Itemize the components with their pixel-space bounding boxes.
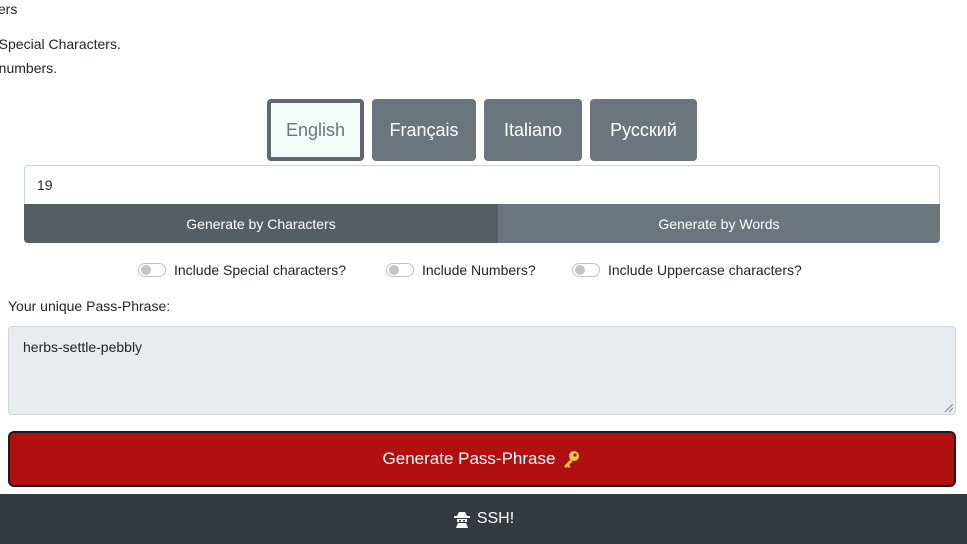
numbers-label: Include Numbers? xyxy=(422,262,536,278)
generate-by-characters-button[interactable]: Generate by Characters xyxy=(24,204,498,243)
language-selector: English Français Italiano Русский xyxy=(0,99,967,161)
toggle-uppercase[interactable]: Include Uppercase characters? xyxy=(572,259,802,281)
lang-english-button[interactable]: English xyxy=(267,99,364,161)
key-icon xyxy=(564,451,580,468)
footer: SSH! xyxy=(0,494,967,544)
spy-icon xyxy=(453,512,470,528)
lang-russian-button[interactable]: Русский xyxy=(590,99,697,161)
intro-line-1: cters xyxy=(0,1,18,17)
passphrase-output[interactable]: herbs-settle-pebbly xyxy=(8,326,956,415)
generate-button-label: Generate Pass-Phrase xyxy=(382,449,556,468)
length-input[interactable]: 19 xyxy=(24,165,940,204)
lang-french-button[interactable]: Français xyxy=(372,99,476,161)
generate-by-words-button[interactable]: Generate by Words xyxy=(498,204,940,243)
intro-line-3: e numbers. xyxy=(0,60,58,76)
special-label: Include Special characters? xyxy=(174,262,346,278)
resize-grip-icon[interactable] xyxy=(943,402,953,412)
lang-italian-button[interactable]: Italiano xyxy=(484,99,582,161)
options-toggles: Include Special characters? Include Numb… xyxy=(0,259,967,281)
passphrase-label: Your unique Pass-Phrase: xyxy=(8,298,171,314)
toggle-numbers[interactable]: Include Numbers? xyxy=(386,259,536,281)
footer-label: SSH! xyxy=(476,510,515,527)
uppercase-label: Include Uppercase characters? xyxy=(608,262,802,278)
generate-passphrase-button[interactable]: Generate Pass-Phrase xyxy=(8,431,956,487)
uppercase-switch[interactable] xyxy=(572,263,600,277)
passphrase-value: herbs-settle-pebbly xyxy=(23,339,143,355)
toggle-special[interactable]: Include Special characters? xyxy=(138,259,346,281)
numbers-switch[interactable] xyxy=(386,263,414,277)
special-switch[interactable] xyxy=(138,263,166,277)
intro-line-2: e Special Characters. xyxy=(0,36,121,52)
